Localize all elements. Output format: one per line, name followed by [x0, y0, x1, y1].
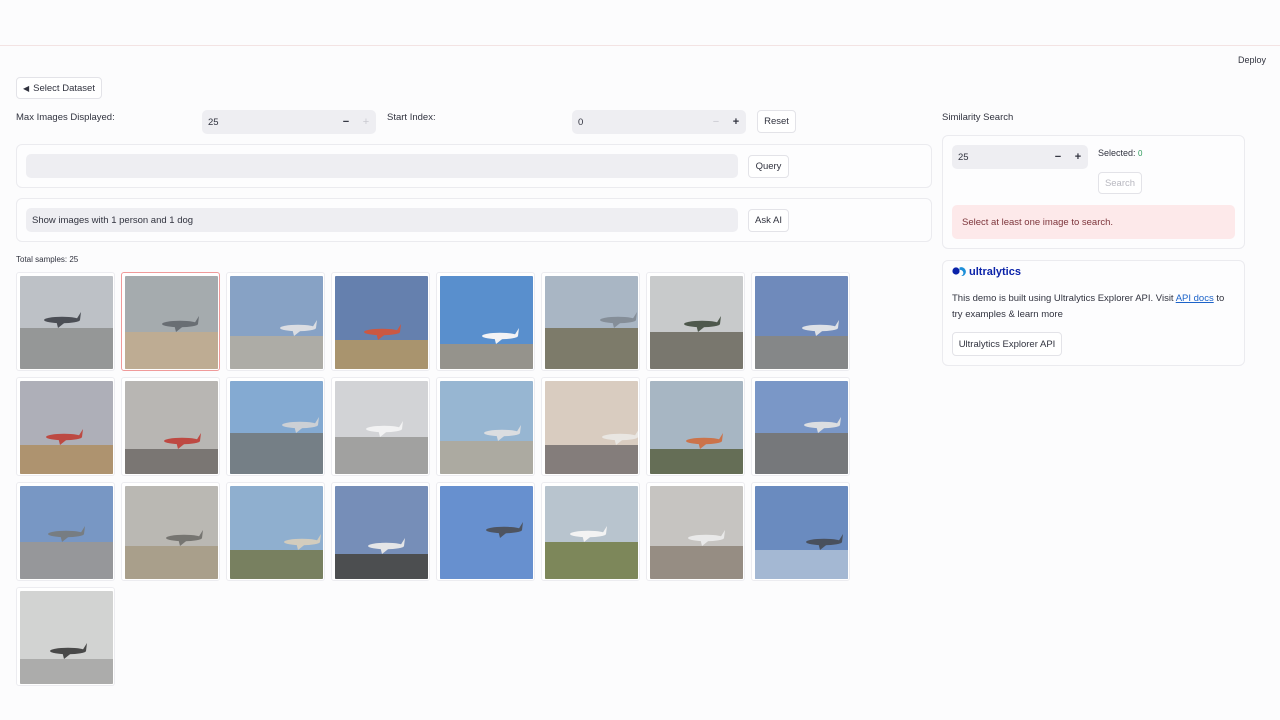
image-tile[interactable] — [226, 272, 325, 371]
image-thumbnail — [545, 381, 638, 474]
image-tile[interactable] — [121, 272, 220, 371]
image-tile[interactable] — [16, 377, 115, 476]
start-index-input[interactable]: 0 − + — [572, 110, 746, 134]
plus-icon[interactable]: + — [356, 116, 376, 128]
query-button[interactable]: Query — [748, 155, 789, 178]
select-dataset-button[interactable]: ◀ Select Dataset — [16, 77, 102, 99]
similarity-count-input[interactable]: 25 − + — [952, 145, 1088, 169]
image-tile[interactable] — [541, 377, 640, 476]
image-thumbnail — [125, 276, 218, 369]
image-grid — [16, 272, 852, 686]
image-tile[interactable] — [541, 482, 640, 581]
similarity-count-value: 25 — [958, 151, 969, 163]
ultralytics-logo: ultralytics — [952, 266, 1021, 278]
minus-icon[interactable]: − — [336, 116, 356, 128]
info-text-before: This demo is built using Ultralytics Exp… — [952, 293, 1176, 304]
image-thumbnail — [230, 486, 323, 579]
search-button[interactable]: Search — [1098, 172, 1142, 194]
selected-text: Selected: — [1098, 148, 1136, 158]
image-tile[interactable] — [541, 272, 640, 371]
query-input[interactable] — [26, 154, 738, 178]
deploy-button[interactable]: Deploy — [1238, 55, 1266, 65]
warning-alert: Select at least one image to search. — [952, 205, 1235, 239]
image-tile[interactable] — [331, 272, 430, 371]
image-tile[interactable] — [16, 482, 115, 581]
image-thumbnail — [20, 591, 113, 684]
image-tile[interactable] — [436, 377, 535, 476]
image-thumbnail — [20, 276, 113, 369]
explorer-api-button[interactable]: Ultralytics Explorer API — [952, 332, 1062, 356]
image-thumbnail — [230, 276, 323, 369]
image-tile[interactable] — [436, 482, 535, 581]
image-tile[interactable] — [436, 272, 535, 371]
info-text: This demo is built using Ultralytics Exp… — [952, 291, 1237, 323]
top-bar — [0, 0, 1280, 46]
max-images-input[interactable]: 25 − + — [202, 110, 376, 134]
ask-ai-input[interactable]: Show images with 1 person and 1 dog — [26, 208, 738, 232]
image-tile[interactable] — [331, 482, 430, 581]
plus-icon[interactable]: + — [726, 116, 746, 128]
image-tile[interactable] — [16, 272, 115, 371]
start-index-label: Start Index: — [387, 112, 436, 123]
image-tile[interactable] — [751, 272, 850, 371]
image-thumbnail — [230, 381, 323, 474]
image-tile[interactable] — [121, 377, 220, 476]
image-thumbnail — [440, 381, 533, 474]
image-tile[interactable] — [751, 482, 850, 581]
image-thumbnail — [545, 276, 638, 369]
image-thumbnail — [650, 381, 743, 474]
image-tile[interactable] — [16, 587, 115, 686]
image-thumbnail — [335, 276, 428, 369]
selected-count: 0 — [1138, 149, 1143, 158]
image-tile[interactable] — [121, 482, 220, 581]
image-thumbnail — [650, 486, 743, 579]
image-tile[interactable] — [331, 377, 430, 476]
image-thumbnail — [755, 381, 848, 474]
image-thumbnail — [335, 486, 428, 579]
start-index-value: 0 — [578, 116, 584, 128]
image-thumbnail — [125, 381, 218, 474]
api-docs-link[interactable]: API docs — [1176, 293, 1214, 304]
ask-ai-button[interactable]: Ask AI — [748, 209, 789, 232]
selected-label: Selected: 0 — [1098, 148, 1143, 158]
image-thumbnail — [440, 486, 533, 579]
image-thumbnail — [20, 381, 113, 474]
image-thumbnail — [755, 276, 848, 369]
image-tile[interactable] — [226, 377, 325, 476]
image-tile[interactable] — [646, 482, 745, 581]
similarity-title: Similarity Search — [942, 112, 1014, 123]
image-thumbnail — [440, 276, 533, 369]
image-thumbnail — [545, 486, 638, 579]
caret-left-icon: ◀ — [23, 83, 30, 93]
image-tile[interactable] — [646, 377, 745, 476]
image-thumbnail — [755, 486, 848, 579]
image-thumbnail — [125, 486, 218, 579]
max-images-label: Max Images Displayed: — [16, 112, 115, 123]
image-thumbnail — [335, 381, 428, 474]
plus-icon[interactable]: + — [1068, 151, 1088, 163]
reset-button[interactable]: Reset — [757, 110, 796, 133]
image-thumbnail — [20, 486, 113, 579]
image-tile[interactable] — [226, 482, 325, 581]
select-dataset-label: Select Dataset — [33, 82, 95, 94]
total-samples: Total samples: 25 — [16, 255, 79, 264]
image-thumbnail — [650, 276, 743, 369]
minus-icon[interactable]: − — [1048, 151, 1068, 163]
max-images-value: 25 — [208, 116, 219, 128]
brand-name: ultralytics — [969, 266, 1021, 278]
ultralytics-logo-icon — [952, 267, 966, 276]
minus-icon[interactable]: − — [706, 116, 726, 128]
image-tile[interactable] — [751, 377, 850, 476]
image-tile[interactable] — [646, 272, 745, 371]
